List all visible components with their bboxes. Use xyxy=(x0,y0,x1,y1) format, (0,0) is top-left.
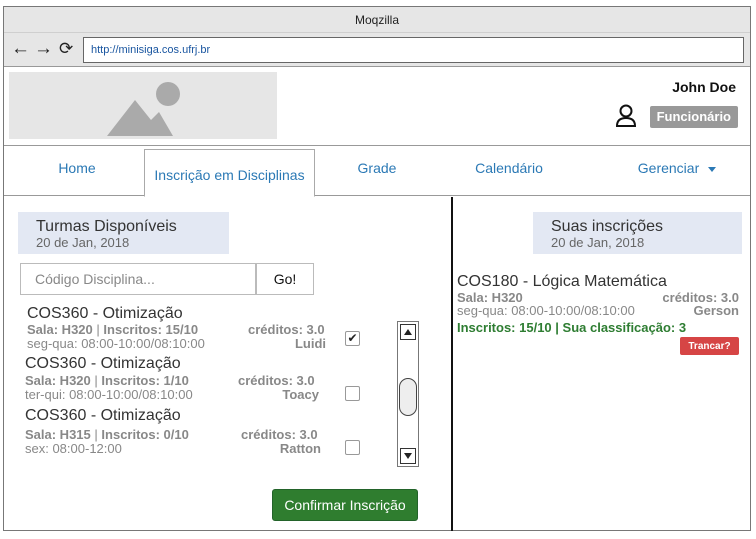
course-title: COS360 - Otimização xyxy=(27,305,183,322)
tab-inscricao[interactable]: Inscrição em Disciplinas xyxy=(144,149,315,197)
enrolled-title: Suas inscrições xyxy=(551,218,664,235)
logo-placeholder xyxy=(9,72,277,139)
go-button[interactable]: Go! xyxy=(256,263,314,295)
course-room-enrollment: Sala: H320 | Inscritos: 1/10 xyxy=(25,373,189,388)
panel-divider xyxy=(451,197,453,531)
forward-arrow-icon[interactable]: → xyxy=(34,38,53,60)
confirm-enrollment-button[interactable]: Confirmar Inscrição xyxy=(272,489,418,521)
scroll-up-arrow-icon[interactable] xyxy=(400,324,416,340)
browser-toolbar: ← → ⟳ http://minisiga.cos.ufrj.br xyxy=(4,33,750,67)
course-enrolled: Inscritos: 1/10 xyxy=(101,373,189,388)
separator: | xyxy=(96,322,100,337)
tab-gerenciar[interactable]: Gerenciar xyxy=(622,146,732,196)
separator: | xyxy=(94,427,98,442)
course-schedule: sex: 08:00-12:00 xyxy=(25,441,122,456)
tab-home[interactable]: Home xyxy=(44,146,110,196)
course-credits: créditos: 3.0 xyxy=(248,322,325,337)
course-room-enrollment: Sala: H320 | Inscritos: 15/10 xyxy=(27,322,198,337)
enrolled-section-header: Suas inscrições 20 de Jan, 2018 xyxy=(533,212,742,254)
scrollbar-thumb[interactable] xyxy=(399,378,417,416)
enrolled-course-status: Inscritos: 15/10 | Sua classificação: 3 xyxy=(457,320,687,335)
available-title: Turmas Disponíveis xyxy=(36,218,177,235)
main-tabs: Home Inscrição em Disciplinas Grade Cale… xyxy=(4,146,750,197)
course-credits: créditos: 3.0 xyxy=(238,373,315,388)
enrolled-course-title: COS180 - Lógica Matemática xyxy=(457,273,667,290)
scroll-down-arrow-icon[interactable] xyxy=(400,448,416,464)
reload-icon[interactable]: ⟳ xyxy=(59,38,73,60)
course-code-search-input[interactable] xyxy=(20,263,256,295)
window-title: Moqzilla xyxy=(4,7,750,33)
enrolled-date: 20 de Jan, 2018 xyxy=(551,235,645,250)
course-schedule: seg-qua: 08:00-10:00/08:10:00 xyxy=(27,336,205,351)
course-room: Sala: H320 xyxy=(25,373,91,388)
course-list-scrollbar[interactable] xyxy=(397,321,419,467)
enrolled-course-item: COS180 - Lógica Matemática Sala: H320 cr… xyxy=(457,273,739,336)
tab-calendario[interactable]: Calendário xyxy=(464,146,554,196)
image-placeholder-icon xyxy=(107,82,180,136)
enrolled-course-professor: Gerson xyxy=(693,303,739,318)
site-header: John Doe Funcionário xyxy=(4,68,750,146)
available-date: 20 de Jan, 2018 xyxy=(36,235,130,250)
course-schedule: ter-qui: 08:00-10:00/08:10:00 xyxy=(25,387,193,402)
course-enrolled: Inscritos: 15/10 xyxy=(103,322,199,337)
course-room: Sala: H315 xyxy=(25,427,91,442)
user-icon[interactable] xyxy=(615,104,637,128)
course-credits: créditos: 3.0 xyxy=(241,427,318,442)
user-name: John Doe xyxy=(672,79,736,95)
trancar-button[interactable]: Trancar? xyxy=(680,337,739,355)
course-professor: Toacy xyxy=(282,387,319,402)
course-checkbox[interactable] xyxy=(345,386,360,401)
course-checkbox[interactable] xyxy=(345,440,360,455)
chevron-down-icon xyxy=(708,166,717,172)
checkmark-icon: ✔ xyxy=(347,331,358,345)
back-arrow-icon[interactable]: ← xyxy=(11,38,30,60)
course-title: COS360 - Otimização xyxy=(25,407,181,424)
course-list-item: COS360 - Otimização Sala: H315 | Inscrit… xyxy=(4,403,360,456)
course-title: COS360 - Otimização xyxy=(25,355,181,372)
role-badge: Funcionário xyxy=(649,106,738,128)
course-professor: Ratton xyxy=(279,441,321,456)
course-list-item: COS360 - Otimização Sala: H320 | Inscrit… xyxy=(4,353,360,403)
course-enrolled: Inscritos: 0/10 xyxy=(101,427,189,442)
enrolled-course-schedule: seg-qua: 08:00-10:00/08:10:00 xyxy=(457,303,635,318)
course-checkbox[interactable]: ✔ xyxy=(345,331,360,346)
course-room-enrollment: Sala: H315 | Inscritos: 0/10 xyxy=(25,427,189,442)
course-room: Sala: H320 xyxy=(27,322,93,337)
separator: | xyxy=(94,373,98,388)
available-section-header: Turmas Disponíveis 20 de Jan, 2018 xyxy=(18,212,229,254)
browser-window: Moqzilla ← → ⟳ http://minisiga.cos.ufrj.… xyxy=(3,6,751,531)
tab-gerenciar-label: Gerenciar xyxy=(637,160,700,176)
url-bar[interactable]: http://minisiga.cos.ufrj.br xyxy=(83,37,744,63)
enrolled-course-row-2: seg-qua: 08:00-10:00/08:10:00 Gerson xyxy=(457,304,739,317)
course-professor: Luidi xyxy=(294,336,326,351)
course-list-item: COS360 - Otimização Sala: H320 | Inscrit… xyxy=(4,303,360,353)
tab-grade[interactable]: Grade xyxy=(344,146,410,196)
